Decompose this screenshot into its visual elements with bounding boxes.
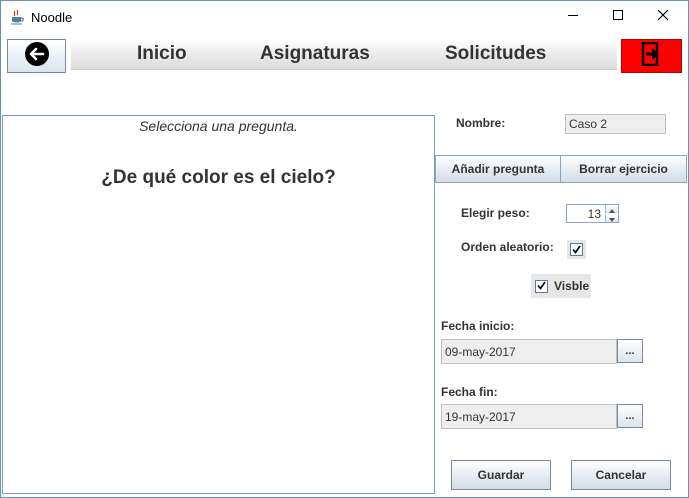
checkmark-icon <box>572 241 581 259</box>
start-date-label: Fecha inicio: <box>441 319 515 333</box>
exit-button[interactable] <box>621 39 682 73</box>
start-date-picker-button[interactable]: ... <box>617 339 643 363</box>
end-date-field[interactable]: 19-may-2017 <box>441 404 617 429</box>
weight-value[interactable]: 13 <box>569 207 601 221</box>
question-item[interactable]: ¿De qué color es el cielo? <box>3 167 434 189</box>
maximize-icon <box>612 8 624 26</box>
random-order-checkbox[interactable] <box>570 243 583 256</box>
visible-checkbox[interactable] <box>535 277 548 295</box>
title-bar: Noodle <box>1 1 688 33</box>
spinner-down-button[interactable] <box>605 214 618 222</box>
name-field[interactable]: Caso 2 <box>565 114 666 134</box>
random-order-checkbox-wrap[interactable] <box>567 240 586 259</box>
delete-exercise-button[interactable]: Borrar ejercicio <box>560 155 687 183</box>
cancel-button[interactable]: Cancelar <box>571 460 671 490</box>
weight-spinner[interactable]: 13 <box>566 204 619 223</box>
app-window: Noodle Inicio Asignaturas Solicitudes Se… <box>0 0 689 498</box>
nav-link-solicitudes[interactable]: Solicitudes <box>445 41 546 67</box>
exit-door-icon <box>641 41 663 71</box>
random-order-label: Orden aleatorio: <box>461 240 554 254</box>
nav-link-asignaturas[interactable]: Asignaturas <box>260 41 370 67</box>
minimize-button[interactable] <box>550 1 596 33</box>
save-button[interactable]: Guardar <box>451 460 551 490</box>
visible-toggle[interactable]: Visble <box>531 274 591 298</box>
arrow-left-circle-icon <box>24 41 50 72</box>
caret-down-icon <box>609 209 615 227</box>
add-question-button[interactable]: Añadir pregunta <box>435 155 561 183</box>
checkmark-icon <box>537 277 546 295</box>
end-date-label: Fecha fin: <box>441 385 498 399</box>
end-date-picker-button[interactable]: ... <box>617 404 643 428</box>
visible-label: Visble <box>554 279 590 293</box>
weight-label: Elegir peso: <box>461 206 530 220</box>
question-panel: Selecciona una pregunta. ¿De qué color e… <box>2 115 435 494</box>
minimize-icon <box>567 8 579 26</box>
back-button[interactable] <box>7 39 66 73</box>
start-date-field[interactable]: 09-may-2017 <box>441 339 617 364</box>
maximize-button[interactable] <box>595 1 641 33</box>
question-hint: Selecciona una pregunta. <box>139 118 298 134</box>
java-cup-icon <box>9 9 25 25</box>
nav-link-inicio[interactable]: Inicio <box>137 41 187 67</box>
name-label: Nombre: <box>456 116 506 130</box>
close-icon <box>657 8 669 26</box>
window-title: Noodle <box>31 10 73 25</box>
close-button[interactable] <box>640 1 686 33</box>
